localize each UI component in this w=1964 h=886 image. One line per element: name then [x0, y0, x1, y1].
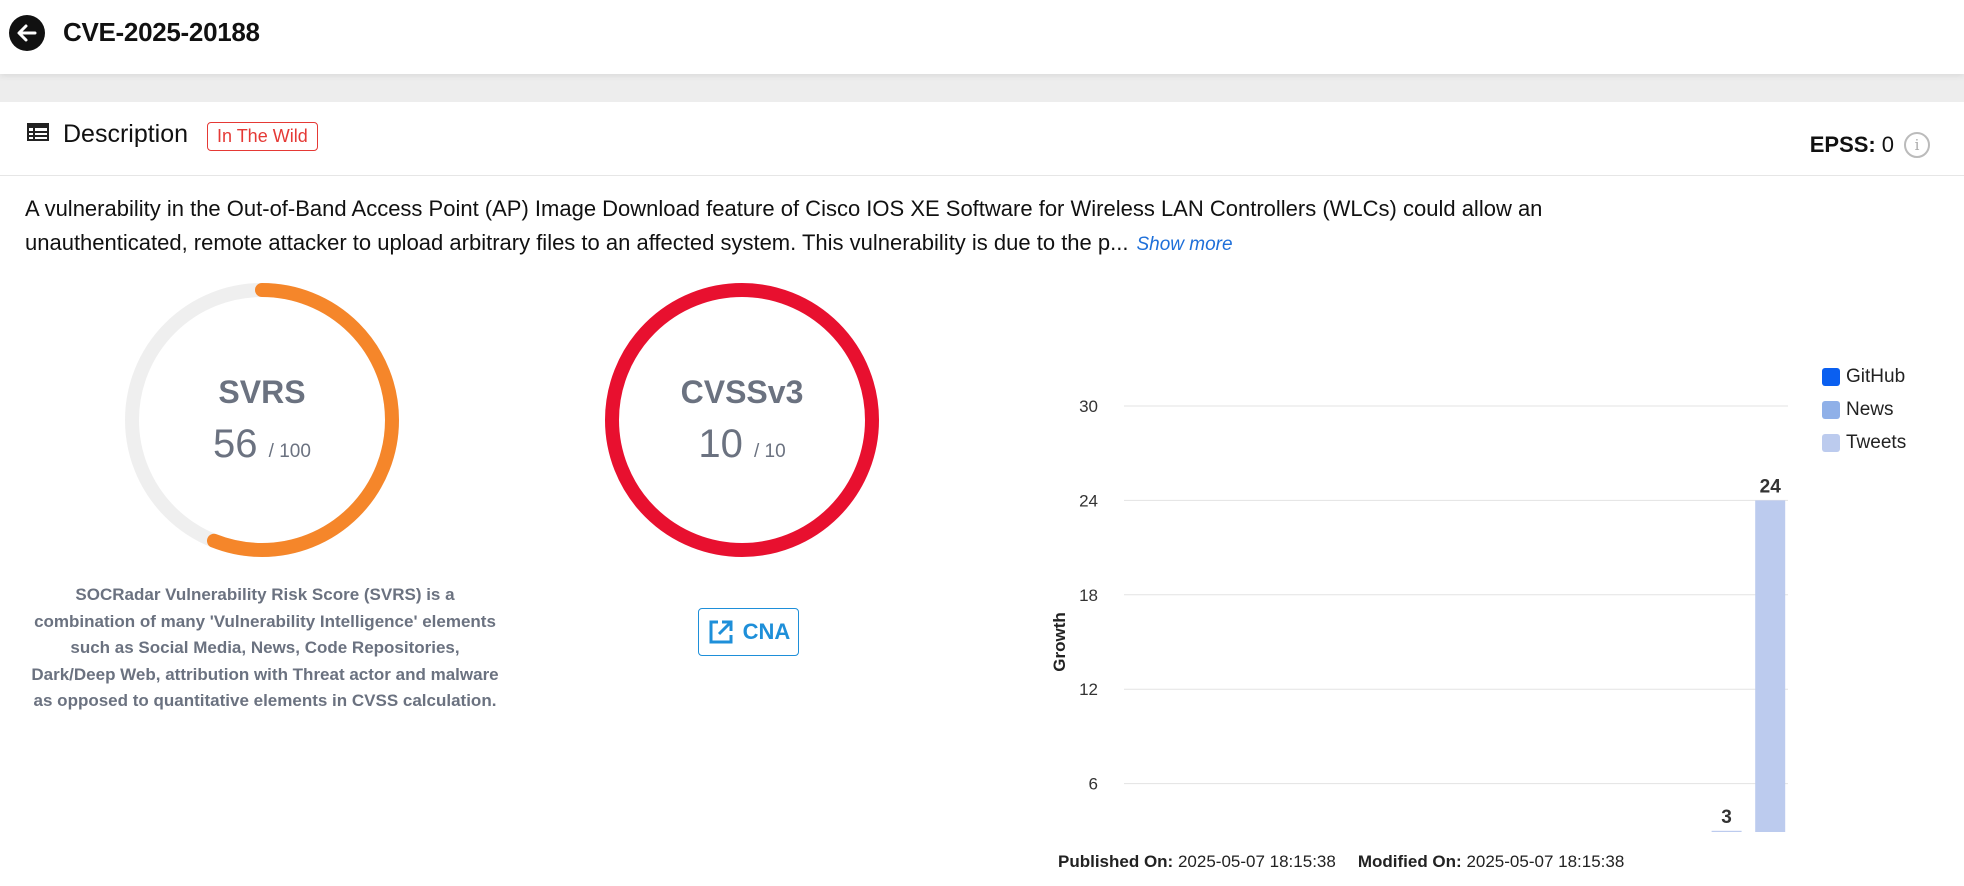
data-label: 24: [1760, 476, 1782, 497]
chart-legend: GitHub News Tweets: [1822, 360, 1906, 459]
svrs-label: SVRS: [218, 374, 306, 410]
cvss-value: 10 / 10: [604, 422, 880, 467]
cvss-arc: [605, 283, 879, 557]
legend-label: Tweets: [1846, 431, 1907, 453]
published-value: 2025-05-07 18:15:38: [1177, 852, 1336, 871]
epss-label: EPSS:: [1809, 132, 1876, 157]
legend-swatch: [1822, 433, 1840, 452]
y-tick-label: 30: [1079, 397, 1098, 416]
y-axis-label: Growth: [1050, 612, 1069, 672]
info-icon[interactable]: i: [1904, 132, 1930, 158]
y-tick-label: 6: [1089, 775, 1098, 794]
svrs-description: SOCRadar Vulnerability Risk Score (SVRS)…: [31, 585, 499, 710]
cna-label: CNA: [742, 619, 791, 644]
bar-tweets: [1711, 830, 1742, 832]
external-link-icon: [709, 620, 733, 644]
legend-item-github[interactable]: GitHub: [1822, 360, 1906, 393]
legend-swatch: [1822, 400, 1840, 419]
section-title: Description: [63, 120, 189, 148]
description-card: Description In The Wild EPSS: 0 i A vuln…: [0, 102, 1964, 886]
cvss-ring: [605, 283, 879, 557]
bar-tweets: [1755, 500, 1786, 832]
description-body: A vulnerability in the Out-of-Band Acces…: [25, 196, 1543, 255]
cvss-gauge: CVSSv3 10 / 10: [604, 282, 880, 558]
legend-item-tweets[interactable]: Tweets: [1822, 426, 1906, 459]
y-tick-label: 18: [1079, 586, 1098, 605]
y-tick-label: 24: [1079, 491, 1098, 510]
dates-info: Published On: 2025-05-07 18:15:38 Modifie…: [1058, 852, 1624, 872]
legend-swatch: [1822, 367, 1840, 386]
modified-label: Modified On:: [1357, 852, 1462, 871]
back-button[interactable]: [9, 15, 45, 51]
legend-label: News: [1846, 398, 1894, 420]
y-tick-label: 12: [1079, 680, 1098, 699]
description-text: A vulnerability in the Out-of-Band Acces…: [25, 192, 1645, 262]
card-header: Description In The Wild EPSS: 0 i: [0, 102, 1964, 176]
data-label: 3: [1721, 807, 1732, 828]
page-title: CVE-2025-20188: [63, 17, 260, 47]
modified-value: 2025-05-07 18:15:38: [1466, 852, 1625, 871]
legend-label: GitHub: [1846, 365, 1906, 387]
epss-score: EPSS: 0 i: [1810, 132, 1930, 158]
growth-chart: 0612182430Growth024 Apr0026 Apr0028 Apr0…: [1050, 397, 1788, 832]
cvss-label: CVSSv3: [680, 374, 804, 410]
svrs-ring: [125, 283, 399, 557]
epss-value: 0: [1881, 132, 1894, 157]
cvss-score: 10: [698, 422, 743, 466]
svrs-score: 56: [213, 422, 258, 466]
show-more-link[interactable]: Show more: [1136, 234, 1232, 255]
arrow-left-icon: [17, 24, 37, 42]
svrs-max: / 100: [268, 441, 311, 462]
svrs-gauge: SVRS 56 / 100: [124, 282, 400, 558]
svrs-value: 56 / 100: [124, 422, 400, 467]
published-label: Published On:: [1058, 852, 1174, 871]
cna-button[interactable]: CNA: [698, 608, 799, 656]
list-icon: [27, 123, 49, 141]
cvss-max: / 10: [753, 441, 786, 462]
top-bar: CVE-2025-20188: [0, 0, 1964, 74]
legend-item-news[interactable]: News: [1822, 393, 1906, 426]
in-the-wild-badge: In The Wild: [207, 122, 318, 151]
